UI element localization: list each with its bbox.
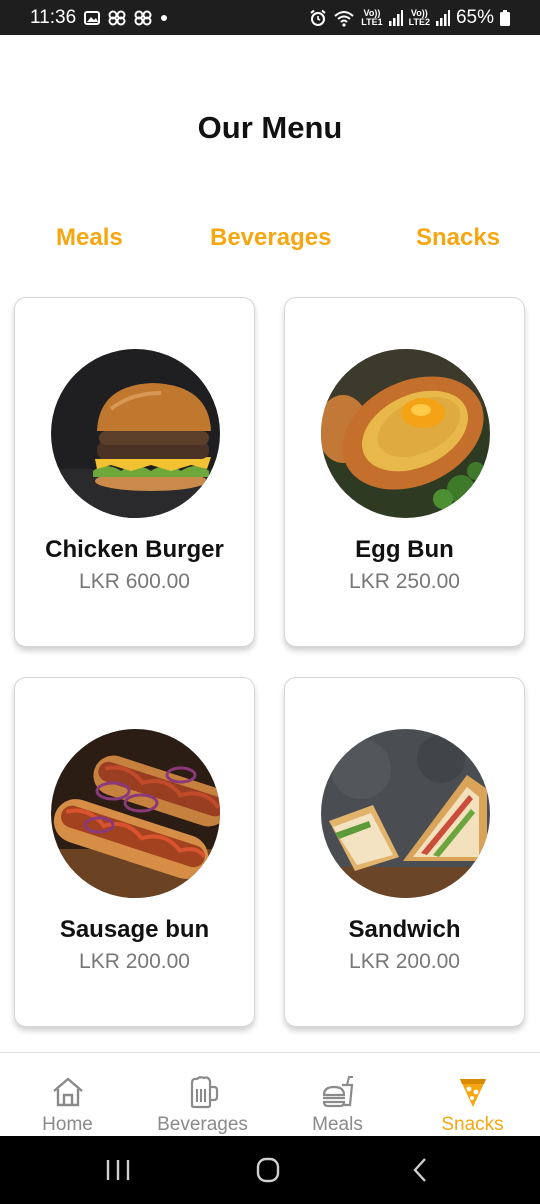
home-icon xyxy=(50,1075,86,1109)
pizza-slice-icon xyxy=(455,1075,491,1109)
signal-icon-1 xyxy=(388,9,403,26)
item-name: Sandwich xyxy=(348,916,461,943)
link-notification-icon-2 xyxy=(134,10,152,26)
category-tabs: Meals Beverages Snacks xyxy=(0,224,540,256)
recent-apps-icon[interactable] xyxy=(98,1156,138,1184)
item-price: LKR 200.00 xyxy=(79,950,190,973)
item-name: Egg Bun xyxy=(355,536,454,563)
lte1-label: Vo)) LTE1 xyxy=(361,7,383,27)
nav-snacks-label: Snacks xyxy=(441,1114,504,1135)
status-time: 11:36 xyxy=(30,6,77,28)
menu-card-egg-bun[interactable]: Egg Bun LKR 250.00 xyxy=(284,297,525,647)
nav-meals[interactable]: Meals xyxy=(270,1053,405,1137)
item-price: LKR 250.00 xyxy=(349,570,460,593)
item-name: Sausage bun xyxy=(59,916,210,943)
lte2-label: Vo)) LTE2 xyxy=(408,7,430,27)
nav-beverages[interactable]: Beverages xyxy=(135,1053,270,1137)
wifi-icon xyxy=(333,9,355,27)
status-left: 11:36 xyxy=(30,7,168,29)
sandwich-photo xyxy=(321,729,490,898)
back-icon[interactable] xyxy=(400,1156,440,1184)
battery-icon xyxy=(500,9,510,26)
burger-photo xyxy=(51,349,220,518)
system-nav-bar xyxy=(0,1136,540,1204)
tab-snacks[interactable]: Snacks xyxy=(416,224,500,252)
item-name: Chicken Burger xyxy=(45,536,224,563)
nav-meals-label: Meals xyxy=(312,1114,363,1135)
menu-card-sausage-bun[interactable]: Sausage bun LKR 200.00 xyxy=(14,677,255,1027)
nav-home-label: Home xyxy=(42,1114,93,1135)
home-button-icon[interactable] xyxy=(248,1156,288,1184)
nav-beverages-label: Beverages xyxy=(157,1114,248,1135)
more-dot-icon xyxy=(160,14,168,22)
sausage-bun-photo xyxy=(51,729,220,898)
beer-mug-icon xyxy=(185,1075,221,1109)
egg-bun-photo xyxy=(321,349,490,518)
status-bar: 11:36 Vo)) LTE1 Vo)) LTE2 65% xyxy=(0,0,540,35)
item-price: LKR 200.00 xyxy=(349,950,460,973)
bottom-nav: Home Beverages Meals Snacks xyxy=(0,1052,540,1136)
alarm-icon xyxy=(309,9,327,27)
link-notification-icon xyxy=(108,10,126,26)
menu-card-sandwich[interactable]: Sandwich LKR 200.00 xyxy=(284,677,525,1027)
gallery-notification-icon xyxy=(84,10,101,26)
signal-icon-2 xyxy=(435,9,450,26)
item-price: LKR 600.00 xyxy=(79,570,190,593)
battery-percent: 65% xyxy=(455,6,494,28)
tab-beverages[interactable]: Beverages xyxy=(210,224,331,252)
nav-home[interactable]: Home xyxy=(0,1053,135,1137)
menu-card-chicken-burger[interactable]: Chicken Burger LKR 600.00 xyxy=(14,297,255,647)
page-title: Our Menu xyxy=(197,110,343,145)
burger-drink-icon xyxy=(320,1075,356,1109)
tab-meals[interactable]: Meals xyxy=(56,224,123,252)
nav-snacks[interactable]: Snacks xyxy=(405,1053,540,1137)
status-right: Vo)) LTE1 Vo)) LTE2 65% xyxy=(309,7,510,29)
